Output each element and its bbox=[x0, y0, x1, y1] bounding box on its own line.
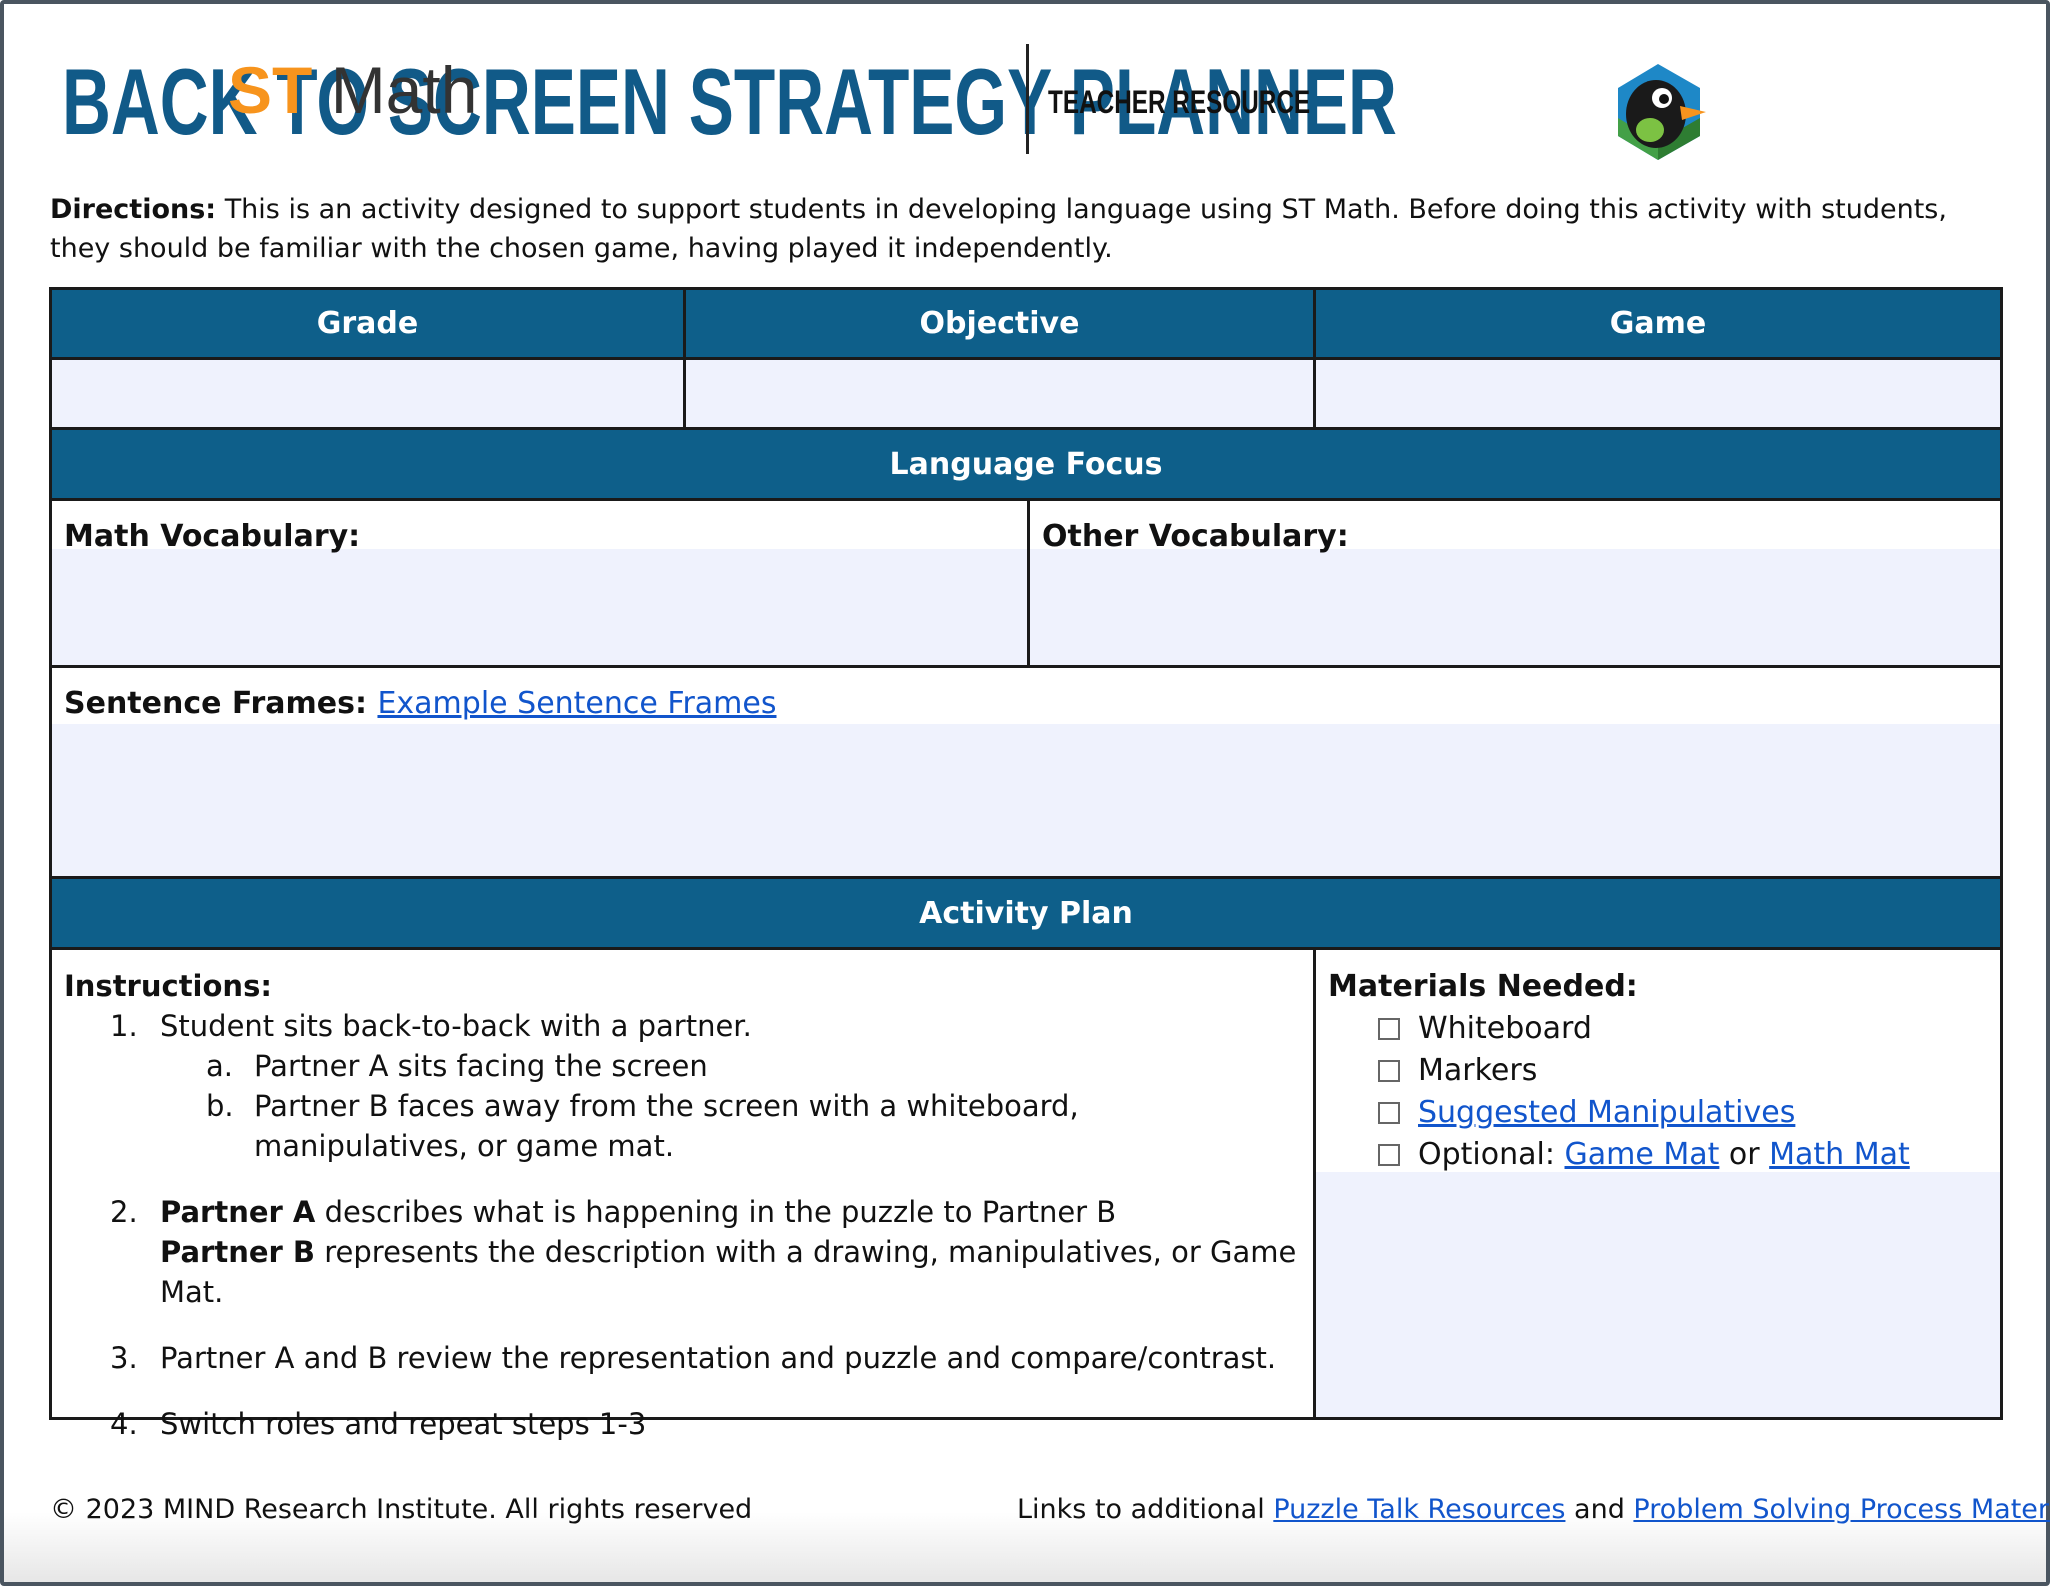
checkbox-icon[interactable] bbox=[1378, 1144, 1400, 1166]
activity-plan-row: Activity Plan bbox=[52, 879, 2000, 950]
footer-links: Links to additional Puzzle Talk Resource… bbox=[1017, 1494, 2050, 1525]
step-4: 4. Switch roles and repeat steps 1-3 bbox=[110, 1407, 647, 1441]
step-3: 3. Partner A and B review the representat… bbox=[110, 1341, 1277, 1375]
vocabulary-row: Math Vocabulary: Other Vocabulary: bbox=[52, 501, 2000, 668]
logo-st: ST bbox=[228, 53, 313, 127]
sentence-frames-label: Sentence Frames: bbox=[64, 686, 368, 721]
material-optional: Optional: Game Mat or Math Mat bbox=[1328, 1134, 1910, 1176]
objective-header: Objective bbox=[686, 290, 1316, 357]
material-manipulatives: Suggested Manipulatives bbox=[1328, 1092, 1910, 1134]
math-vocabulary-field[interactable] bbox=[52, 549, 1027, 665]
materials: Materials Needed: Whiteboard Markers Sug… bbox=[1328, 966, 1910, 1176]
page-subtitle: TEACHER RESOURCE bbox=[1048, 84, 1311, 120]
math-vocabulary-label: Math Vocabulary: bbox=[64, 519, 361, 554]
step-1: 1. Student sits back-to-back with a partn… bbox=[110, 1009, 752, 1043]
game-field[interactable] bbox=[1316, 360, 2000, 427]
planner-table: Grade Objective Game Language Focus Math… bbox=[49, 287, 2003, 1441]
objective-field[interactable] bbox=[686, 360, 1316, 427]
header: BACK TO SCREEN STRATEGY PLANNER TEACHER … bbox=[60, 40, 2000, 170]
language-focus-header: Language Focus bbox=[889, 446, 1163, 482]
grade-header: Grade bbox=[52, 290, 686, 357]
other-vocabulary-label: Other Vocabulary: bbox=[1042, 519, 1349, 554]
instructions: Instructions: 1. Student sits back-to-bac… bbox=[64, 966, 1313, 1444]
step-1a: a. Partner A sits facing the screen bbox=[206, 1049, 708, 1083]
problem-solving-link[interactable]: Problem Solving Process Materials bbox=[1633, 1494, 2050, 1525]
directions-text: This is an activity designed to support … bbox=[50, 194, 1947, 264]
sentence-frames-label-wrap: Sentence Frames: Example Sentence Frames bbox=[64, 686, 777, 721]
checkbox-icon[interactable] bbox=[1378, 1060, 1400, 1082]
penguin-logo-icon bbox=[1618, 64, 1706, 160]
header-divider bbox=[1026, 44, 1029, 154]
example-sentence-frames-link[interactable]: Example Sentence Frames bbox=[377, 686, 776, 721]
materials-field[interactable] bbox=[1316, 1172, 2000, 1417]
game-header: Game bbox=[1609, 306, 1707, 341]
logo-math: Math bbox=[330, 53, 478, 127]
grade-field[interactable] bbox=[52, 360, 686, 427]
header-row: Grade Objective Game bbox=[52, 290, 2000, 360]
instructions-cell: Instructions: 1. Student sits back-to-bac… bbox=[52, 950, 1316, 1441]
directions: Directions: This is an activity designed… bbox=[50, 190, 2000, 268]
puzzle-talk-link[interactable]: Puzzle Talk Resources bbox=[1273, 1494, 1565, 1525]
sentence-frames-row: Sentence Frames: Example Sentence Frames bbox=[52, 668, 2000, 879]
copyright: © 2023 MIND Research Institute. All righ… bbox=[50, 1494, 753, 1525]
math-vocabulary-cell: Math Vocabulary: bbox=[52, 501, 1030, 665]
material-whiteboard: Whiteboard bbox=[1328, 1008, 1910, 1050]
directions-label: Directions: bbox=[50, 194, 217, 225]
step-2: 2. Partner A describes what is happening… bbox=[110, 1195, 1297, 1309]
step-1b: b. Partner B faces away from the screen w… bbox=[206, 1089, 1079, 1163]
instructions-heading: Instructions: bbox=[64, 969, 272, 1003]
plan-body-row: Instructions: 1. Student sits back-to-bac… bbox=[52, 950, 2000, 1441]
activity-plan-header: Activity Plan bbox=[919, 895, 1133, 931]
material-markers: Markers bbox=[1328, 1050, 1910, 1092]
sentence-frames-field[interactable] bbox=[52, 724, 2000, 876]
checkbox-icon[interactable] bbox=[1378, 1102, 1400, 1124]
checkbox-icon[interactable] bbox=[1378, 1018, 1400, 1040]
math-mat-link[interactable]: Math Mat bbox=[1769, 1134, 1910, 1176]
other-vocabulary-field[interactable] bbox=[1030, 549, 2000, 665]
input-row bbox=[52, 360, 2000, 430]
language-focus-row: Language Focus bbox=[52, 430, 2000, 501]
game-mat-link[interactable]: Game Mat bbox=[1565, 1134, 1720, 1176]
suggested-manipulatives-link[interactable]: Suggested Manipulatives bbox=[1418, 1092, 1795, 1134]
materials-heading: Materials Needed: bbox=[1328, 969, 1638, 1004]
logo-wordmark: ST Math bbox=[228, 52, 477, 128]
materials-cell: Materials Needed: Whiteboard Markers Sug… bbox=[1316, 950, 2000, 1417]
other-vocabulary-cell: Other Vocabulary: bbox=[1030, 501, 2000, 665]
